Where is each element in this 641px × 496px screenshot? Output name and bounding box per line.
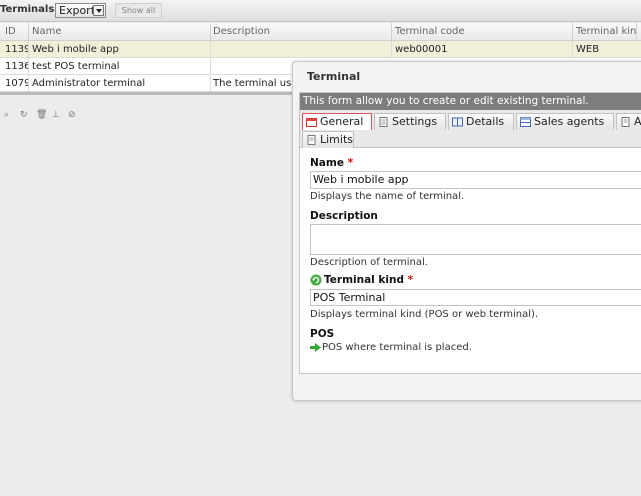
terminal-kind-label: Terminal kind * xyxy=(310,274,413,286)
page-icon xyxy=(307,135,316,145)
dialog-tabs: General Settings Details Sales agents Al… xyxy=(300,110,641,148)
pos-hint-row: POS where terminal is placed. xyxy=(310,342,472,353)
tab-label: Sales agents xyxy=(534,115,605,128)
export-dropdown[interactable]: Export xyxy=(55,3,106,18)
column-header-id[interactable]: ID xyxy=(5,26,16,37)
dialog-title: Terminal xyxy=(307,70,361,83)
tab-label: General xyxy=(320,115,364,128)
tab-label: Settings xyxy=(392,115,438,128)
column-header-terminal-code[interactable]: Terminal code xyxy=(395,26,465,37)
cell-terminal-code: web00001 xyxy=(395,44,448,55)
description-field[interactable] xyxy=(310,224,641,255)
pos-label: POS xyxy=(310,328,335,340)
cell-terminal-kind: WEB xyxy=(576,44,600,55)
description-hint: Description of terminal. xyxy=(310,257,428,268)
required-marker: * xyxy=(407,274,414,286)
column-header-description[interactable]: Description xyxy=(213,26,270,37)
tab-label: Limits xyxy=(320,133,353,146)
tab-details[interactable]: Details xyxy=(448,113,514,130)
pos-hint: POS where terminal is placed. xyxy=(322,342,472,353)
refresh-icon[interactable] xyxy=(310,274,322,286)
cell-description: The terminal use xyxy=(213,78,291,89)
page-icon xyxy=(621,117,630,127)
required-marker: * xyxy=(347,157,354,169)
cell-id: 1079 xyxy=(5,78,29,89)
column-header-terminal-kind[interactable]: Terminal kind xyxy=(576,26,636,37)
column-header-name[interactable]: Name xyxy=(32,26,62,37)
terminal-dialog: Terminal This form allow you to create o… xyxy=(292,61,641,401)
refresh-icon[interactable]: ↻ xyxy=(20,110,28,120)
tab-al[interactable]: Al xyxy=(616,113,641,130)
cell-name: Web i mobile app xyxy=(32,44,119,55)
cell-id: 1136 xyxy=(5,61,29,72)
grid-toolbar: Terminals Export Show all xyxy=(0,0,641,22)
settings-icon[interactable]: ⊘ xyxy=(68,110,76,120)
tab-label: Al xyxy=(634,115,641,128)
pin-icon[interactable]: ⊥ xyxy=(52,110,60,120)
grid-header: ID Name Description Terminal code Termin… xyxy=(0,23,641,41)
tab-limits[interactable]: Limits xyxy=(302,131,354,148)
terminal-kind-hint: Displays terminal kind (POS or web termi… xyxy=(310,309,539,320)
cell-id: 1139 xyxy=(5,44,29,55)
tab-sales-agents[interactable]: Sales agents xyxy=(516,113,614,130)
page-icon xyxy=(379,117,388,127)
export-label: Export xyxy=(59,4,96,17)
search-icon[interactable]: ⌕ xyxy=(4,110,9,120)
description-label: Description xyxy=(310,210,378,222)
dialog-body: This form allow you to create or edit ex… xyxy=(299,92,641,374)
show-all-button[interactable]: Show all xyxy=(115,3,162,18)
terminal-kind-select[interactable]: POS Terminal xyxy=(310,289,641,306)
calendar-icon xyxy=(306,118,317,127)
name-hint: Displays the name of terminal. xyxy=(310,191,465,202)
tab-general[interactable]: General xyxy=(302,113,372,130)
info-bar: This form allow you to create or edit ex… xyxy=(300,93,641,110)
name-label: Name * xyxy=(310,157,354,169)
book-icon xyxy=(452,117,463,127)
table-icon xyxy=(520,117,531,127)
panel-title: Terminals xyxy=(0,4,55,15)
tab-settings[interactable]: Settings xyxy=(374,113,446,130)
cell-name: Administrator terminal xyxy=(32,78,146,89)
chevron-down-icon[interactable] xyxy=(93,5,104,16)
cell-name: test POS terminal xyxy=(32,61,120,72)
table-row[interactable]: 1139 Web i mobile app web00001 WEB xyxy=(0,41,641,58)
tab-label: Details xyxy=(466,115,505,128)
delete-icon[interactable]: 🗑 xyxy=(36,110,47,120)
name-field[interactable]: Web i mobile app xyxy=(310,171,641,189)
grid-pager: ⌕ ↻ 🗑 ⊥ ⊘ xyxy=(0,108,300,124)
arrow-right-icon[interactable] xyxy=(310,343,321,352)
